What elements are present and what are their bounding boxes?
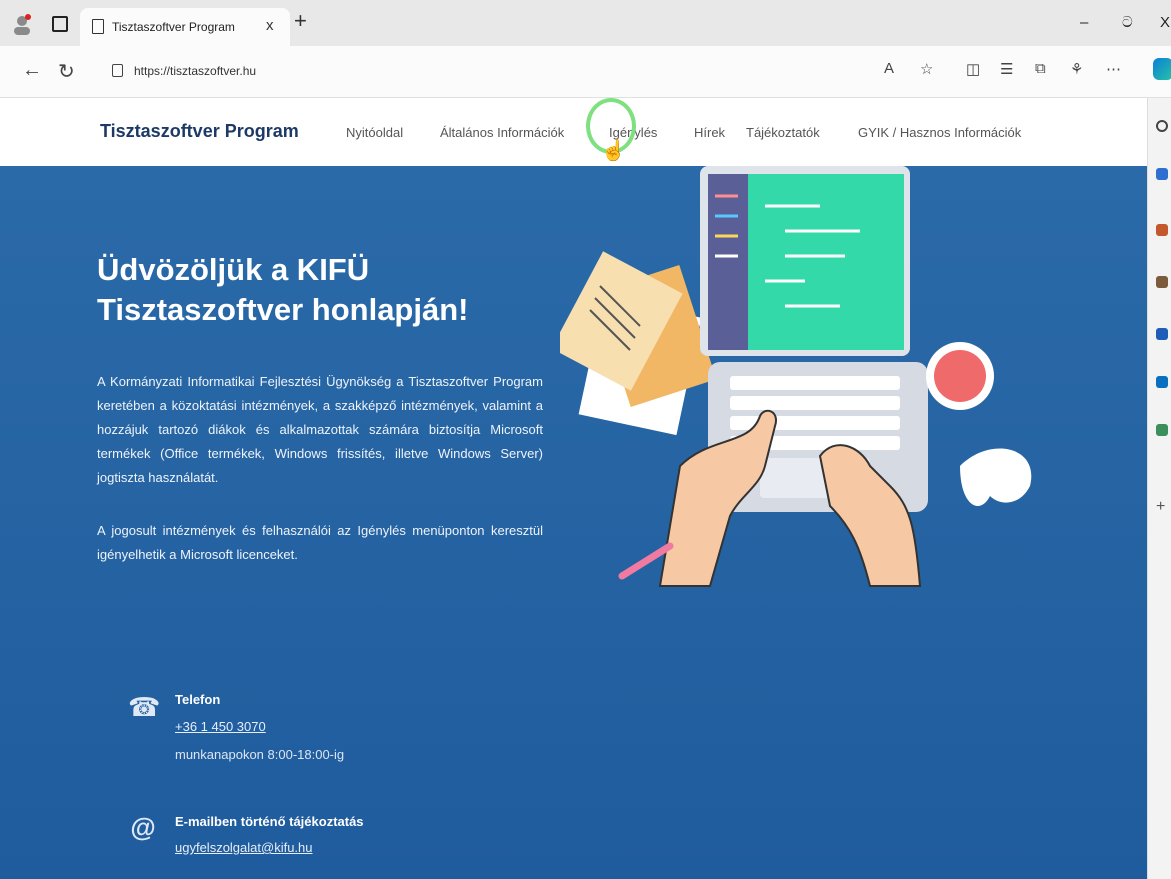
nav-news[interactable]: Hírek — [694, 125, 725, 140]
browser-titlebar: Tisztaszoftver Program x + – ට X — [0, 0, 1171, 46]
hero-section: Üdvözöljük a KIFÜ Tisztaszoftver honlapj… — [0, 166, 1147, 879]
lock-icon — [112, 64, 123, 77]
nav-general-info[interactable]: Általános Információk — [440, 125, 564, 140]
restore-button[interactable]: ට — [1122, 14, 1133, 31]
read-aloud-icon[interactable]: A — [884, 60, 894, 77]
hand-cursor-icon: ☝ — [601, 140, 626, 162]
tab-actions-icon[interactable] — [52, 16, 68, 32]
tab-close-button[interactable]: x — [266, 17, 274, 34]
phone-hours: munkanapokon 8:00-18:00-ig — [175, 747, 345, 762]
email-label: E-mailben történő tájékoztatás — [175, 814, 364, 829]
telephone-icon: ☎ — [128, 692, 161, 722]
site-header: Tisztaszoftver Program Nyitóoldal Általá… — [0, 98, 1147, 166]
office-icon[interactable] — [1156, 328, 1168, 340]
address-bar[interactable]: https://tisztaszoftver.hu — [92, 54, 872, 88]
browser-tab[interactable]: Tisztaszoftver Program x — [80, 8, 290, 46]
add-panel-icon[interactable]: + — [1156, 498, 1170, 515]
search-icon[interactable] — [1156, 120, 1168, 132]
laptop-illustration — [560, 166, 1032, 587]
url-text[interactable]: https://tisztaszoftver.hu — [134, 64, 256, 78]
address-bar-row: ← ↻ https://tisztaszoftver.hu A ☆ ◫ ☰ ⧉ … — [0, 46, 1171, 98]
collections-icon[interactable]: ⧉ — [1035, 60, 1046, 77]
favorites-icon[interactable]: ☰ — [1000, 60, 1013, 78]
hero-paragraph-intro: A Kormányzati Informatikai Fejlesztési Ü… — [97, 374, 543, 485]
browser-side-panel: + — [1147, 98, 1171, 879]
papers-illustration — [560, 251, 717, 436]
minimize-button[interactable]: – — [1080, 14, 1088, 31]
phone-number-link[interactable]: +36 1 450 3070 — [175, 719, 266, 734]
back-icon[interactable]: ← — [22, 59, 42, 82]
phone-label: Telefon — [175, 692, 221, 707]
refresh-icon[interactable]: ↻ — [58, 59, 75, 84]
nav-briefings[interactable]: Tájékoztatók — [746, 125, 820, 140]
new-tab-button[interactable]: + — [294, 8, 307, 34]
extensions-icon[interactable]: ⚘ — [1070, 60, 1083, 78]
tools-icon[interactable] — [1156, 224, 1168, 236]
copilot-icon[interactable] — [1153, 58, 1171, 80]
close-window-button[interactable]: X — [1160, 14, 1170, 31]
at-sign-icon: @ — [130, 812, 156, 842]
games-icon[interactable] — [1156, 276, 1168, 288]
favorite-star-icon[interactable]: ☆ — [920, 60, 933, 78]
hero-title: Üdvözöljük a KIFÜ Tisztaszoftver honlapj… — [97, 252, 469, 327]
nav-faq[interactable]: GYIK / Hasznos Információk — [858, 125, 1021, 140]
split-screen-icon[interactable]: ◫ — [966, 60, 980, 78]
outlook-icon[interactable] — [1156, 376, 1168, 388]
hero-paragraph-request: A jogosult intézmények és felhasználói a… — [97, 523, 543, 562]
profile-icon[interactable] — [10, 12, 34, 36]
site-brand[interactable]: Tisztaszoftver Program — [100, 121, 299, 142]
drop-icon[interactable] — [1156, 424, 1168, 436]
email-link[interactable]: ugyfelszolgalat@kifu.hu — [175, 840, 313, 855]
shopping-icon[interactable] — [1156, 168, 1168, 180]
more-menu-icon[interactable]: ⋯ — [1106, 60, 1121, 78]
nav-home[interactable]: Nyitóoldal — [346, 125, 403, 140]
web-page: Tisztaszoftver Program Nyitóoldal Általá… — [0, 98, 1147, 879]
page-icon — [92, 19, 104, 34]
tab-title: Tisztaszoftver Program — [112, 20, 235, 34]
